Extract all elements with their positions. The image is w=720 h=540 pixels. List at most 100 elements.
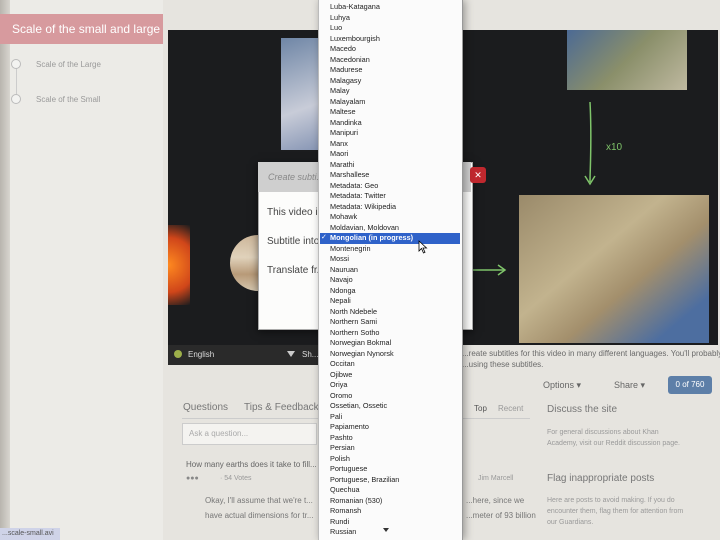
menu-item-language[interactable]: Persian [330,443,458,454]
menu-item-language[interactable]: Portuguese [330,464,458,475]
discuss-site-text: For general discussions about Khan [547,429,659,436]
subtitle-icon[interactable] [174,350,182,358]
menu-item-language[interactable]: Luo [330,23,458,34]
menu-item-language[interactable]: Mossi [330,254,458,265]
menu-item-language[interactable]: Malay [330,86,458,97]
flag-posts-text: our Guardians. [547,519,594,526]
menu-item-language[interactable]: Russian [330,527,458,538]
mouse-cursor-icon [418,240,428,254]
flag-posts-text: Here are posts to avoid making. If you d… [547,497,675,504]
menu-item-language[interactable]: Madurese [330,65,458,76]
menu-item-language[interactable]: Northern Sami [330,317,458,328]
map-tile-image [519,195,709,343]
menu-item-language[interactable]: Metadata: Twitter [330,191,458,202]
menu-item-language[interactable]: Luba-Katagana [330,2,458,13]
menu-item-language[interactable]: Marshallese [330,170,458,181]
step-dot-icon [11,59,21,69]
menu-item-language[interactable]: Ossetian, Ossetic [330,401,458,412]
options-button[interactable]: Options ▾ [543,380,581,391]
vote-icons[interactable]: ●●● [186,475,199,482]
menu-item-language[interactable]: Mohawk [330,212,458,223]
menu-item-language[interactable]: Polish [330,454,458,465]
tab-questions[interactable]: Questions [183,402,228,413]
svg-text:x10: x10 [606,142,623,153]
question-title[interactable]: How many earths does it take to fill... [186,460,317,469]
answer-text: have actual dimensions for tr... [205,511,314,520]
description-line: ...reate subtitles for this video in man… [462,349,720,358]
answer-text: ...meter of 93 billion [466,511,536,520]
discuss-site-text[interactable]: Academy, visit our Reddit discussion pag… [547,438,680,449]
menu-item-language[interactable]: Oromo [330,391,458,402]
video-share-label[interactable]: Sh... [302,350,318,359]
step-dot-icon [11,94,21,104]
menu-item-language[interactable]: Maltese [330,107,458,118]
menu-item-language[interactable]: Nepali [330,296,458,307]
status-url: ...scale-small.avi [0,528,60,540]
menu-item-language[interactable]: Marathi [330,160,458,171]
close-icon[interactable]: ✕ [470,167,486,183]
answer-text: Okay, I'll assume that we're t... [205,496,313,505]
sort-recent[interactable]: Recent [498,404,523,413]
tab-tips-feedback[interactable]: Tips & Feedback [244,402,319,413]
green-arrow-icon [470,264,507,276]
share-button[interactable]: Share ▾ [614,380,645,391]
menu-item-language[interactable]: Pashto [330,433,458,444]
dropdown-triangle-icon[interactable] [287,351,295,357]
menu-item-language[interactable]: Quechua [330,485,458,496]
menu-item-language[interactable]: Mongolian (in progress) [330,233,458,244]
sun-image [168,225,190,305]
menu-item-language[interactable]: North Ndebele [330,307,458,318]
menu-item-language[interactable]: Navajo [330,275,458,286]
ask-question-input[interactable]: Ask a question... [182,423,317,445]
vote-count: · 54 Votes [220,475,252,482]
menu-item-language[interactable]: Macedo [330,44,458,55]
answer-text: ...here, since we [466,496,525,505]
description-line: ...using these subtitles. [462,360,544,369]
menu-item-language[interactable]: Maori [330,149,458,160]
flag-posts-heading: Flag inappropriate posts [547,473,655,484]
menu-item-language[interactable]: Macedonian [330,55,458,66]
sidebar [0,0,163,540]
map-tile-image [567,30,687,90]
menu-item-language[interactable]: Pali [330,412,458,423]
sidebar-step-large[interactable]: Scale of the Large [36,60,101,69]
menu-item-language[interactable]: Papiamento [330,422,458,433]
menu-item-language[interactable]: Metadata: Geo [330,181,458,192]
menu-item-language[interactable]: Mandinka [330,118,458,129]
menu-item-language[interactable]: Portuguese, Brazilian [330,475,458,486]
translation-counter: 0 of 760 [668,376,712,394]
language-dropdown-menu[interactable]: ✓ Luba-Katagana Luhya Luo Luxembourgish Mace… [318,0,463,540]
menu-item-language[interactable]: Northern Sotho [330,328,458,339]
sidebar-header[interactable]: Scale of the small and large [0,14,163,44]
sort-top[interactable]: Top [474,404,487,413]
menu-item-language[interactable]: Manipuri [330,128,458,139]
menu-item-language[interactable]: Metadata: Wikipedia [330,202,458,213]
menu-item-language[interactable]: Moldavian, Moldovan [330,223,458,234]
sidebar-step-small[interactable]: Scale of the Small [36,95,100,104]
menu-item-language[interactable]: Occitan [330,359,458,370]
scroll-down-icon[interactable] [383,528,389,532]
menu-item-language[interactable]: Norwegian Nynorsk [330,349,458,360]
green-arrow-icon: x10 [584,101,623,186]
menu-item-language[interactable]: Romansh [330,506,458,517]
menu-item-language[interactable]: Malagasy [330,76,458,87]
menu-item-language[interactable]: Luxembourgish [330,34,458,45]
checkmark-icon: ✓ [321,234,327,241]
menu-item-language[interactable]: Rundi [330,517,458,528]
subtitle-language[interactable]: English [188,350,214,359]
subtitle-into-label: Subtitle into [267,236,320,247]
menu-item-language[interactable]: Ndonga [330,286,458,297]
menu-item-language[interactable]: Malayalam [330,97,458,108]
flag-posts-text: encounter them, flag them for attention … [547,508,684,515]
menu-item-language[interactable]: Nauruan [330,265,458,276]
menu-item-language[interactable]: Manx [330,139,458,150]
menu-item-language[interactable]: Oriya [330,380,458,391]
menu-item-language[interactable]: Norwegian Bokmal [330,338,458,349]
menu-item-language[interactable]: Montenegrin [330,244,458,255]
question-author[interactable]: Jim Marcell [478,475,513,482]
menu-item-language[interactable]: Luhya [330,13,458,24]
menu-item-language[interactable]: Romanian (530) [330,496,458,507]
translate-from-label: Translate fr... [267,265,325,276]
menu-item-language[interactable]: Ojibwe [330,370,458,381]
screen-edge-shadow [0,0,10,540]
